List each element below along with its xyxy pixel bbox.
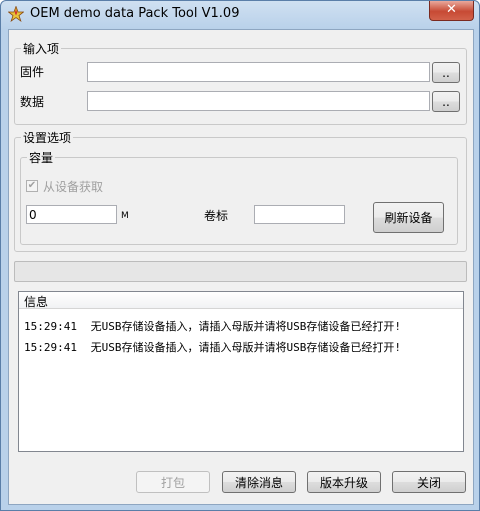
app-star-icon xyxy=(8,6,24,22)
window-title: OEM demo data Pack Tool V1.09 xyxy=(30,6,240,21)
capacity-input[interactable] xyxy=(26,205,117,224)
list-item[interactable]: 15:29:41 无USB存储设备插入，请插入母版并请将USB存储设备已经打开! xyxy=(24,318,401,334)
data-path-input[interactable] xyxy=(87,91,430,111)
close-icon: ✕ xyxy=(446,2,457,17)
volume-label: 卷标 xyxy=(204,209,229,223)
volume-label-input[interactable] xyxy=(254,205,345,224)
input-group: 输入项 xyxy=(14,40,467,125)
info-list-header[interactable]: 信息 xyxy=(19,292,463,309)
data-browse-button[interactable]: .. xyxy=(432,91,460,112)
main-window: OEM demo data Pack Tool V1.09 ✕ 输入项 固件 .… xyxy=(0,0,480,511)
message-time: 15:29:41 xyxy=(24,320,77,333)
capacity-group-title: 容量 xyxy=(27,149,56,166)
data-label: 数据 xyxy=(20,95,45,109)
progress-bar xyxy=(14,261,467,282)
pack-button[interactable]: 打包 xyxy=(136,471,210,493)
firmware-browse-button[interactable]: .. xyxy=(432,62,460,83)
message-text: 无USB存储设备插入，请插入母版并请将USB存储设备已经打开! xyxy=(90,320,401,333)
title-bar[interactable]: OEM demo data Pack Tool V1.09 ✕ xyxy=(1,1,479,29)
refresh-device-button[interactable]: 刷新设备 xyxy=(373,202,444,233)
checkmark-icon: ✔ xyxy=(27,180,37,191)
message-time: 15:29:41 xyxy=(24,341,77,354)
firmware-label: 固件 xyxy=(20,65,45,79)
close-button[interactable]: 关闭 xyxy=(392,471,466,493)
list-item[interactable]: 15:29:41 无USB存储设备插入，请插入母版并请将USB存储设备已经打开! xyxy=(24,339,401,355)
info-list[interactable]: 信息 15:29:41 无USB存储设备插入，请插入母版并请将USB存储设备已经… xyxy=(18,291,464,452)
info-column-header: 信息 xyxy=(24,295,49,309)
clear-messages-button[interactable]: 清除消息 xyxy=(222,471,296,493)
client-area: 输入项 固件 .. 数据 .. 设置选项 容量 ✔ 从设备获取 M 卷标 刷新设… xyxy=(8,29,474,505)
settings-group-title: 设置选项 xyxy=(21,129,74,146)
window-close-button[interactable]: ✕ xyxy=(429,1,474,21)
from-device-label: 从设备获取 xyxy=(43,180,104,194)
version-upgrade-button[interactable]: 版本升级 xyxy=(307,471,381,493)
from-device-checkbox[interactable]: ✔ xyxy=(26,180,38,192)
input-group-title: 输入项 xyxy=(21,40,62,57)
firmware-path-input[interactable] xyxy=(87,62,430,82)
capacity-unit-label: M xyxy=(121,211,129,221)
message-text: 无USB存储设备插入，请插入母版并请将USB存储设备已经打开! xyxy=(90,341,401,354)
